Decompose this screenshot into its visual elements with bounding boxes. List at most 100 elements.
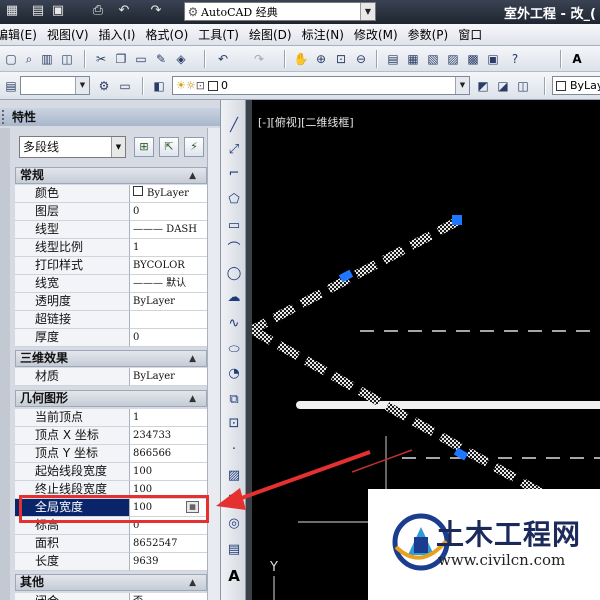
point-icon[interactable]: ·: [224, 440, 244, 460]
redo-icon[interactable]: ↷: [148, 3, 164, 19]
chevron-down-icon[interactable]: ▼: [75, 77, 89, 94]
copy-icon[interactable]: ❐: [112, 50, 130, 68]
help-icon[interactable]: ?: [506, 50, 524, 68]
workspace-select[interactable]: ⚙ AutoCAD 经典 ▼: [184, 2, 376, 21]
markup-icon[interactable]: ▩: [464, 50, 482, 68]
print-icon[interactable]: ⎙: [90, 3, 106, 19]
make-current-icon[interactable]: ◩: [474, 77, 492, 95]
layer-properties-icon[interactable]: ◧: [150, 77, 168, 95]
ellipse-arc-icon[interactable]: ◔: [224, 364, 244, 384]
property-value[interactable]: 9639: [130, 553, 207, 571]
menu-item-draw[interactable]: 绘图(D): [249, 26, 301, 43]
property-row-plot-style[interactable]: 打印样式 BYCOLOR: [15, 257, 207, 275]
section-geometry[interactable]: 几何图形 ▲: [15, 390, 207, 407]
menu-item-tools[interactable]: 工具(T): [198, 26, 248, 43]
paste-icon[interactable]: ▭: [132, 50, 150, 68]
property-row-color[interactable]: 颜色 ByLayer: [15, 185, 207, 203]
property-value[interactable]: 866566: [130, 445, 207, 463]
property-value[interactable]: 8652547: [130, 535, 207, 553]
palette-scrollbar[interactable]: [207, 128, 220, 600]
section-misc[interactable]: 其他 ▲: [15, 574, 207, 591]
property-row-linetype-scale[interactable]: 线型比例 1: [15, 239, 207, 257]
toggle-pickadd-icon[interactable]: ⊞: [134, 137, 154, 157]
undo-icon[interactable]: ↶: [116, 3, 132, 19]
hatch-icon[interactable]: ▨: [224, 466, 244, 486]
menu-item-dimension[interactable]: 标注(N): [302, 26, 353, 43]
property-row-material[interactable]: 材质 ByLayer: [15, 368, 207, 386]
app-icon[interactable]: ▦: [4, 3, 20, 19]
saveas-icon[interactable]: ▣: [50, 3, 66, 19]
property-value[interactable]: ByLayer: [130, 293, 207, 311]
plot-preview-icon[interactable]: ◫: [58, 50, 76, 68]
quick-select-icon[interactable]: ⚡: [184, 137, 204, 157]
property-value[interactable]: ——— 默认: [130, 275, 207, 293]
new-file-icon[interactable]: ▢: [2, 50, 20, 68]
menu-item-insert[interactable]: 插入(I): [99, 26, 145, 43]
make-block-icon[interactable]: ⊡: [224, 414, 244, 434]
rectangle-icon[interactable]: ▭: [224, 216, 244, 236]
redo-icon[interactable]: ↷: [250, 50, 268, 68]
region-icon[interactable]: ◎: [224, 514, 244, 534]
publish-icon[interactable]: ▥: [38, 50, 56, 68]
object-type-select[interactable]: 多段线 ▼: [19, 136, 126, 158]
property-row-closed[interactable]: 闭合 否: [15, 593, 207, 600]
property-row-current-vertex[interactable]: 当前顶点 1: [15, 409, 207, 427]
sheet-set-icon[interactable]: ▨: [444, 50, 462, 68]
property-value[interactable]: ——— DASH: [130, 221, 207, 239]
design-center-icon[interactable]: ▦: [404, 50, 422, 68]
collapse-icon[interactable]: ▲: [189, 352, 196, 367]
property-value[interactable]: 0: [130, 329, 207, 347]
property-row-start-width[interactable]: 起始线段宽度 100: [15, 463, 207, 481]
layer-dropdown[interactable]: ☀ ☼ ⊡ 0 ▼: [172, 76, 470, 95]
spline-icon[interactable]: ∿: [224, 314, 244, 334]
property-value[interactable]: ByLayer: [130, 185, 207, 203]
color-dropdown[interactable]: ByLay: [552, 76, 600, 95]
section-3d-visualization[interactable]: 三维效果 ▲: [15, 350, 207, 367]
layer-previous-icon[interactable]: ◪: [494, 77, 512, 95]
collapse-icon[interactable]: ▲: [189, 576, 196, 591]
property-value[interactable]: 1: [130, 239, 207, 257]
construction-line-icon[interactable]: ⤢: [224, 140, 244, 160]
workspace-dropdown[interactable]: ▼: [20, 76, 90, 95]
gear-icon[interactable]: ⚙: [95, 77, 113, 95]
property-value[interactable]: [130, 311, 207, 329]
cut-icon[interactable]: ✂: [92, 50, 110, 68]
circle-icon[interactable]: ◯: [224, 264, 244, 284]
property-row-linetype[interactable]: 线型 ——— DASH: [15, 221, 207, 239]
layer-states-icon[interactable]: ▤: [2, 77, 20, 95]
property-value[interactable]: ByLayer: [130, 368, 207, 386]
arc-icon[interactable]: ⌒: [224, 240, 244, 260]
property-row-hyperlink[interactable]: 超链接: [15, 311, 207, 329]
polyline-icon[interactable]: ⌐: [224, 164, 244, 184]
property-row-vertex-y[interactable]: 顶点 Y 坐标 866566: [15, 445, 207, 463]
undo-icon[interactable]: ↶: [214, 50, 232, 68]
find-icon[interactable]: ⌕: [20, 50, 38, 68]
property-row-length[interactable]: 长度 9639: [15, 553, 207, 571]
zoom-previous-icon[interactable]: ⊖: [352, 50, 370, 68]
property-row-lineweight[interactable]: 线宽 ——— 默认: [15, 275, 207, 293]
property-value[interactable]: 100: [130, 463, 207, 481]
viewport-label[interactable]: [-][俯视][二维线框]: [258, 114, 354, 130]
insert-block-icon[interactable]: ⧉: [224, 390, 244, 410]
property-value[interactable]: 否: [130, 593, 207, 600]
tool-palettes-icon[interactable]: ▧: [424, 50, 442, 68]
property-row-vertex-x[interactable]: 顶点 X 坐标 234733: [15, 427, 207, 445]
zoom-realtime-icon[interactable]: ⊕: [312, 50, 330, 68]
calculator-icon[interactable]: ▣: [484, 50, 502, 68]
polygon-icon[interactable]: ⬠: [224, 190, 244, 210]
property-row-layer[interactable]: 图层 0: [15, 203, 207, 221]
menu-item-format[interactable]: 格式(O): [145, 26, 197, 43]
zoom-window-icon[interactable]: ⊡: [332, 50, 350, 68]
collapse-icon[interactable]: ▲: [189, 392, 196, 407]
revision-cloud-icon[interactable]: ☁: [224, 288, 244, 308]
save-icon[interactable]: ▤: [30, 3, 46, 19]
vertex-grip[interactable]: [452, 215, 462, 225]
table-icon[interactable]: ▤: [224, 540, 244, 560]
selected-polyline-segment[interactable]: [252, 217, 461, 334]
block-editor-icon[interactable]: ◈: [172, 50, 190, 68]
property-row-transparency[interactable]: 透明度 ByLayer: [15, 293, 207, 311]
property-row-area[interactable]: 面积 8652547: [15, 535, 207, 553]
property-value[interactable]: BYCOLOR: [130, 257, 207, 275]
multiline-text-icon[interactable]: A: [224, 566, 244, 586]
menu-item-edit[interactable]: 编辑(E): [0, 26, 46, 43]
